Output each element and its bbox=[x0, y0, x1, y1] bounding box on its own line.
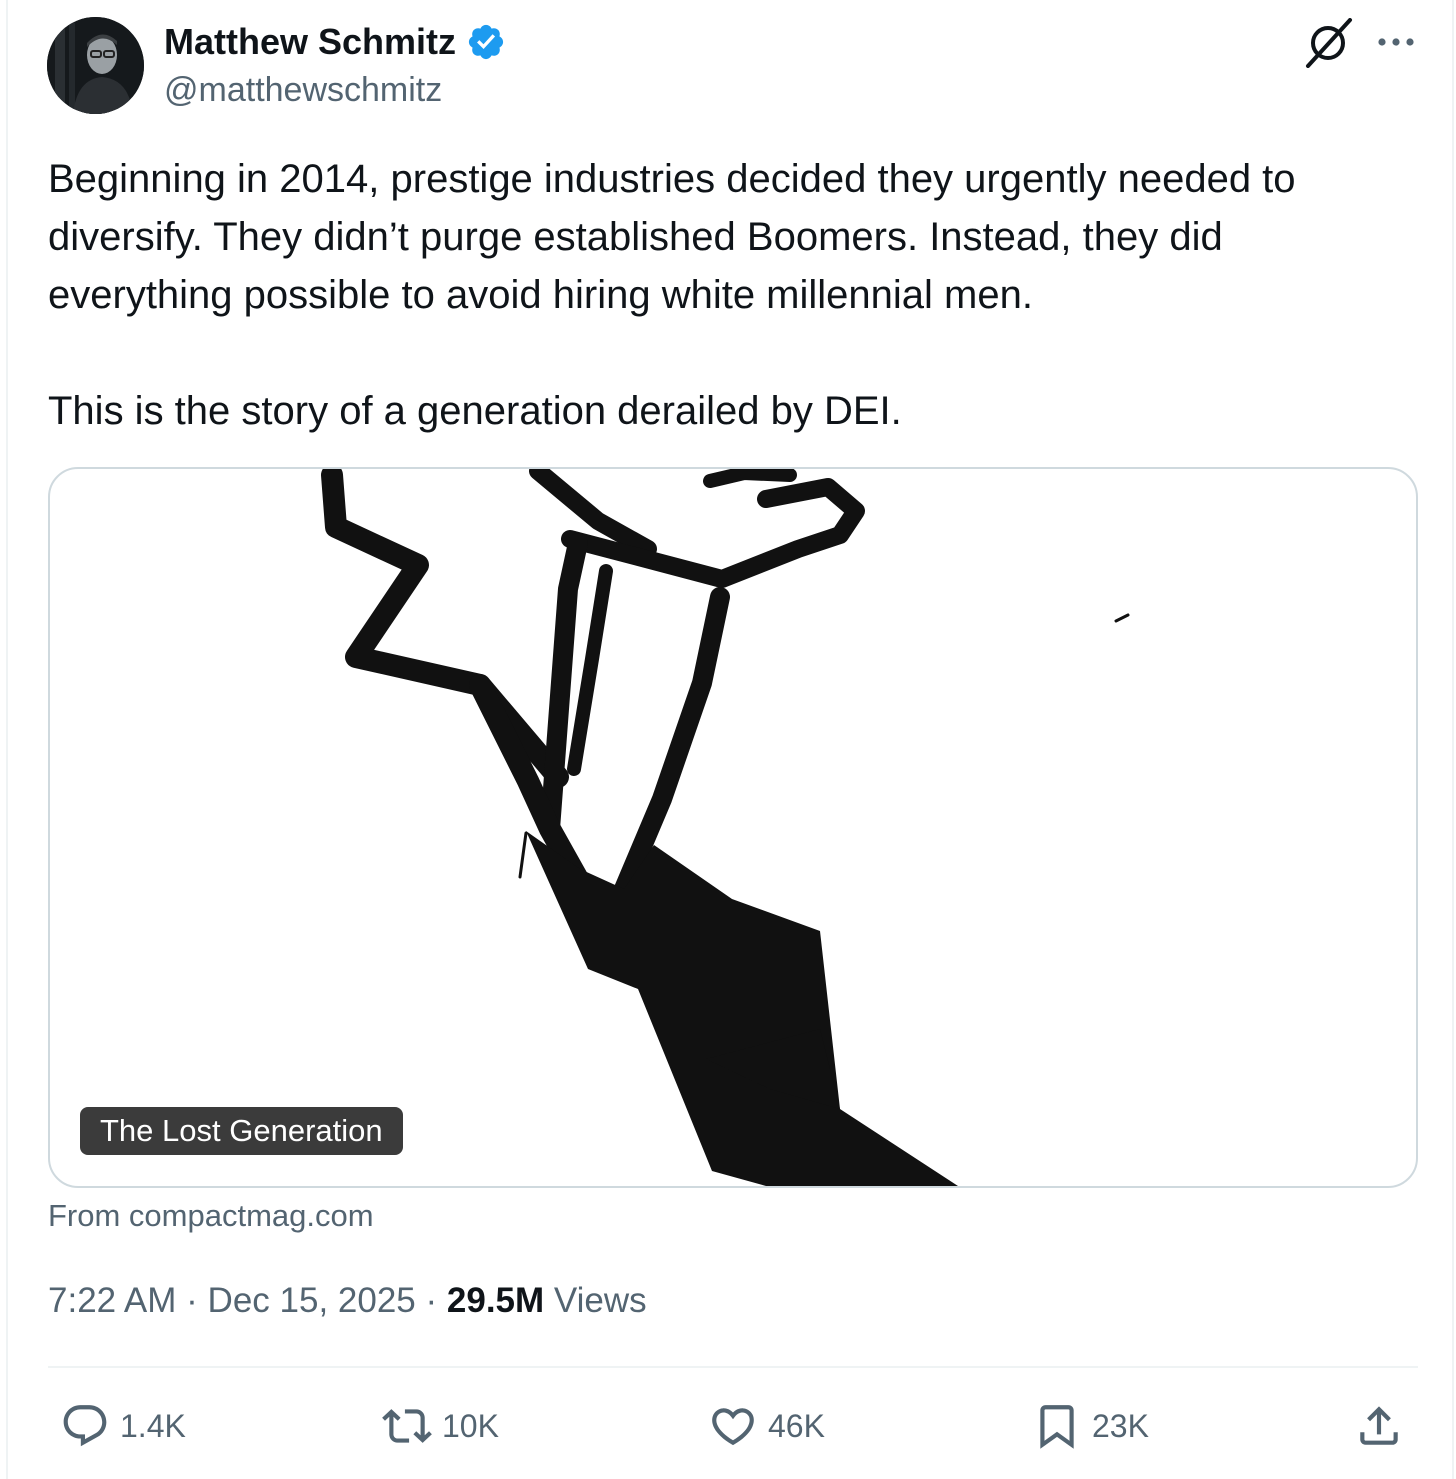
share-button[interactable] bbox=[1354, 1400, 1404, 1452]
more-icon[interactable] bbox=[1374, 22, 1418, 62]
reply-icon bbox=[63, 1405, 107, 1447]
tweet-metadata: 7:22 AM · Dec 15, 2025 · 29.5M Views bbox=[48, 1278, 647, 1324]
bookmark-icon bbox=[1040, 1405, 1074, 1449]
link-card[interactable]: The Lost Generation bbox=[48, 467, 1418, 1188]
like-button[interactable]: 46K bbox=[708, 1400, 825, 1452]
handle[interactable]: @matthewschmitz bbox=[164, 68, 442, 112]
tweet-text: Beginning in 2014, prestige industries d… bbox=[48, 150, 1418, 440]
reply-button[interactable]: 1.4K bbox=[60, 1400, 186, 1452]
divider bbox=[48, 1366, 1418, 1368]
meta-separator: · bbox=[186, 1281, 198, 1320]
tweet-text-line: everything possible to avoid hiring whit… bbox=[48, 273, 1033, 317]
bookmark-count: 23K bbox=[1092, 1407, 1149, 1444]
repost-button[interactable]: 10K bbox=[382, 1400, 499, 1452]
card-title-label: The Lost Generation bbox=[80, 1107, 403, 1155]
tweet-text-line: This is the story of a generation derail… bbox=[48, 389, 902, 433]
tweet-date[interactable]: Dec 15, 2025 bbox=[208, 1281, 416, 1320]
bookmark-button[interactable]: 23K bbox=[1032, 1400, 1149, 1452]
meta-separator: · bbox=[425, 1281, 438, 1320]
views-count: 29.5M bbox=[446, 1281, 545, 1320]
avatar[interactable] bbox=[47, 17, 144, 114]
share-icon bbox=[1360, 1406, 1398, 1445]
tweet-time[interactable]: 7:22 AM bbox=[48, 1281, 176, 1320]
verified-badge-icon[interactable] bbox=[466, 22, 506, 62]
tweet-text-line: diversify. They didn’t purge established… bbox=[48, 215, 1223, 259]
reply-count: 1.4K bbox=[120, 1407, 186, 1444]
views-label: Views bbox=[553, 1281, 647, 1320]
card-illustration bbox=[321, 469, 1130, 1186]
grok-icon[interactable] bbox=[1302, 18, 1354, 68]
repost-count: 10K bbox=[442, 1407, 499, 1444]
display-name-text: Matthew Schmitz bbox=[164, 21, 457, 62]
frame-edge-left bbox=[6, 0, 8, 1479]
card-source[interactable]: From compactmag.com bbox=[48, 1194, 374, 1238]
like-icon bbox=[712, 1408, 754, 1446]
avatar-image bbox=[47, 17, 144, 114]
repost-icon bbox=[382, 1409, 432, 1443]
like-count: 46K bbox=[768, 1407, 825, 1444]
display-name[interactable]: Matthew Schmitz bbox=[164, 20, 506, 64]
frame-edge-right bbox=[1452, 0, 1454, 1479]
tweet-text-line: Beginning in 2014, prestige industries d… bbox=[48, 157, 1296, 201]
